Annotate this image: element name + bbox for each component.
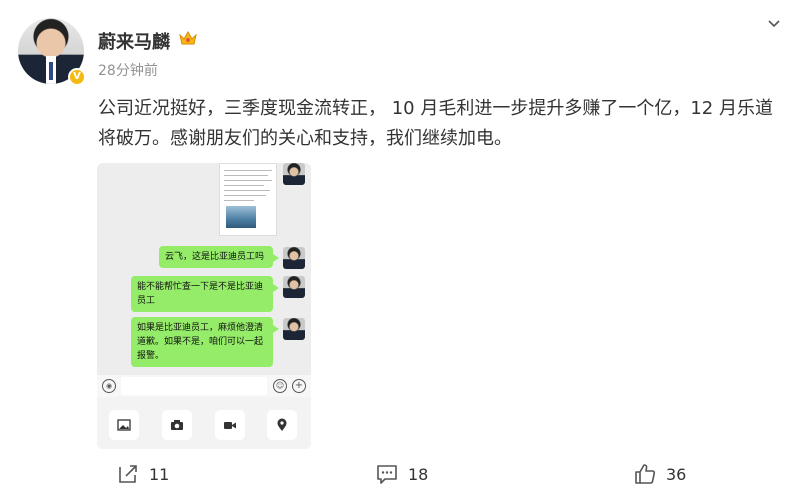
chat-message: 云飞，这是比亚迪员工吗 bbox=[159, 246, 279, 268]
chevron-down-icon[interactable] bbox=[766, 16, 782, 32]
chat-input-bar: ◉ ☺ + bbox=[97, 375, 311, 397]
verified-icon: V bbox=[68, 68, 86, 86]
like-count: 36 bbox=[666, 464, 687, 484]
chat-avatar bbox=[283, 276, 305, 298]
comment-count: 18 bbox=[408, 464, 429, 484]
image-icon[interactable] bbox=[109, 410, 139, 440]
camera-icon[interactable] bbox=[162, 410, 192, 440]
repost-icon bbox=[119, 465, 137, 483]
plus-icon[interactable]: + bbox=[292, 379, 306, 393]
chat-input[interactable] bbox=[121, 377, 267, 395]
crown-icon bbox=[179, 30, 197, 45]
video-icon[interactable] bbox=[215, 410, 245, 440]
chat-screenshot[interactable]: 云飞，这是比亚迪员工吗 能不能帮忙查一下是不是比亚迪员工 如果是比亚迪员工，麻烦… bbox=[97, 163, 311, 449]
like-button[interactable]: 36 bbox=[634, 462, 686, 486]
voice-icon[interactable]: ◉ bbox=[102, 379, 116, 393]
repost-count: 11 bbox=[149, 464, 170, 484]
emoji-icon[interactable]: ☺ bbox=[273, 379, 287, 393]
shared-document-thumbnail bbox=[219, 163, 277, 236]
timestamp: 28分钟前 bbox=[98, 63, 158, 79]
avatar-tie bbox=[49, 62, 53, 80]
username[interactable]: 蔚来马麟 bbox=[98, 28, 170, 54]
chat-message: 能不能帮忙查一下是不是比亚迪员工 bbox=[131, 276, 279, 312]
chat-avatar bbox=[283, 247, 305, 269]
chat-avatar bbox=[283, 318, 305, 340]
post-text: 公司近况挺好，三季度现金流转正， 10 月毛利进一步提升多赚了一个亿，12 月乐… bbox=[98, 98, 773, 149]
repost-button[interactable]: 11 bbox=[117, 462, 169, 486]
chat-avatar bbox=[283, 163, 305, 185]
chat-message: 如果是比亚迪员工，麻烦他澄清道歉。如果不是，咱们可以一起报警。 bbox=[131, 317, 279, 367]
document-image bbox=[226, 206, 256, 228]
location-icon[interactable] bbox=[267, 410, 297, 440]
chat-tools bbox=[97, 397, 311, 449]
comment-button[interactable]: 18 bbox=[376, 462, 428, 486]
like-icon bbox=[635, 464, 656, 484]
comment-icon bbox=[377, 465, 397, 484]
